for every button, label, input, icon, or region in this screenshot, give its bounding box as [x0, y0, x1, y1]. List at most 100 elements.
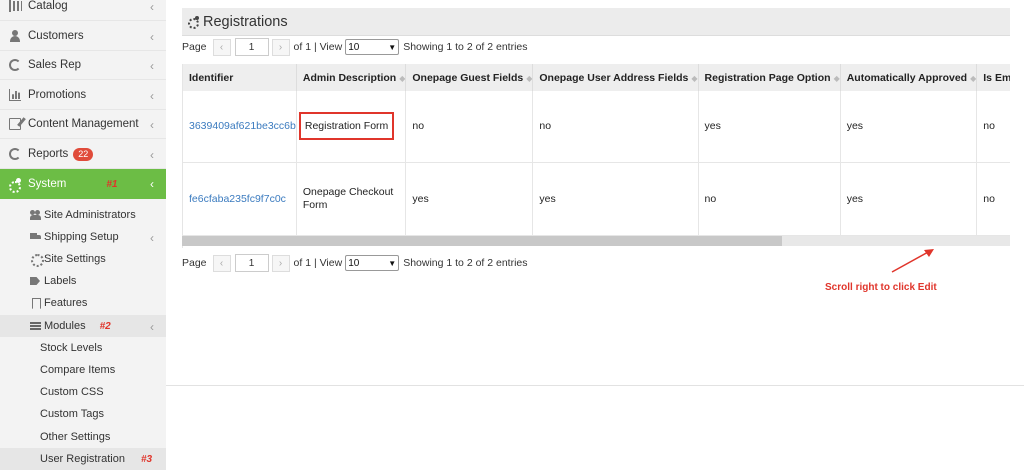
sidebar-item-label: Customers [28, 30, 84, 42]
sidebar-item-label: Shipping Setup [44, 231, 119, 243]
sidebar-item-features[interactable]: Features [0, 292, 166, 314]
sort-icon: ◆ [526, 73, 533, 83]
sidebar-item-promotions[interactable]: Promotions ‹ [0, 81, 166, 110]
table-cell: no [698, 162, 841, 236]
page-number-input[interactable] [234, 254, 269, 272]
sidebar-item-other-settings[interactable]: Other Settings [0, 426, 166, 448]
column-header-automatically-approved[interactable]: Automatically Approved ◆ [840, 64, 978, 91]
column-header-registration-page-option[interactable]: Registration Page Option ◆ [698, 64, 841, 91]
sidebar-item-label: Custom CSS [40, 386, 104, 398]
sidebar-item-catalog[interactable]: Catalog ‹ [0, 0, 166, 21]
sidebar-item-site-administrators[interactable]: Site Administrators [0, 204, 166, 226]
next-page-button[interactable]: › [271, 38, 290, 56]
page-size-select[interactable]: 10 ▼ [345, 39, 400, 55]
pager-page-label: Page [182, 257, 207, 269]
chevron-down-icon: ▼ [388, 42, 397, 52]
sidebar-item-sales-rep[interactable]: Sales Rep ‹ [0, 51, 166, 80]
column-header-identifier[interactable]: Identifier [183, 64, 297, 91]
sort-icon: ◆ [833, 73, 840, 83]
annotation-text: Scroll right to click Edit [825, 282, 937, 293]
sidebar-item-customers[interactable]: Customers ‹ [0, 22, 166, 51]
page-number-input[interactable] [234, 38, 269, 56]
registrations-panel: Registrations Page ‹ › of 1 | View 10 ▼ … [166, 0, 1024, 386]
chevron-left-icon: ‹ [150, 30, 154, 44]
scrollbar-thumb[interactable] [182, 236, 782, 246]
step-marker-1: #1 [106, 178, 118, 190]
sidebar-item-custom-tags[interactable]: Custom Tags [0, 403, 166, 425]
sort-icon: ◆ [691, 73, 698, 83]
sidebar-item-label: Stock Levels [40, 342, 103, 354]
truck-icon [30, 232, 41, 242]
sidebar-item-label: Sales Rep [28, 59, 82, 71]
sidebar-item-content-management[interactable]: Content Management ‹ [0, 110, 166, 139]
sidebar-item-shipping-setup[interactable]: Shipping Setup ‹ [0, 226, 166, 248]
pager-page-label: Page [182, 41, 207, 53]
table-cell: 3639409af621be3cc6b [183, 91, 297, 163]
page-size-select[interactable]: 10 ▼ [345, 255, 400, 271]
sidebar-item-reports[interactable]: Reports 22 ‹ [0, 140, 166, 169]
chevron-left-icon: ‹ [150, 89, 154, 103]
registrations-table-scroll[interactable]: Identifier Admin Description ◆ Onepage Gu… [182, 64, 1010, 248]
table-cell: Registration Form [296, 91, 407, 163]
sort-icon: ◆ [970, 73, 977, 83]
gear-icon [30, 254, 44, 267]
horizontal-scrollbar[interactable] [182, 236, 1010, 246]
column-header-onepage-user-address-fields[interactable]: Onepage User Address Fields ◆ [532, 64, 699, 91]
sidebar-item-labels[interactable]: Labels [0, 270, 166, 292]
users-icon [30, 210, 41, 220]
sidebar-item-label: Promotions [28, 89, 87, 101]
sidebar-item-custom-css[interactable]: Custom CSS [0, 381, 166, 403]
sidebar-item-system[interactable]: System #1 ‹ [0, 169, 166, 199]
sidebar-item-compare-items[interactable]: Compare Items [0, 359, 166, 381]
edit-icon [9, 118, 21, 130]
sidebar-item-label: Compare Items [40, 364, 116, 376]
chevron-down-icon: ‹ [150, 320, 154, 334]
sidebar-item-label: Reports [28, 148, 69, 160]
sidebar-item-label: Features [44, 297, 88, 309]
refresh-icon [9, 148, 21, 160]
sidebar-item-label: Custom Tags [40, 408, 104, 420]
table-row: fe6cfaba235fc9f7c0c Onepage Checkout For… [183, 162, 1010, 236]
page-title: Registrations [203, 13, 288, 30]
pager-of-text: of 1 | View [293, 257, 343, 269]
step-marker-2: #2 [99, 320, 111, 332]
annotation-arrow-icon [891, 249, 934, 273]
pager-top: Page ‹ › of 1 | View 10 ▼ Showing 1 to 2… [182, 36, 528, 58]
bar-chart-icon [9, 89, 21, 101]
sidebar-item-label: System [28, 178, 67, 190]
next-page-button[interactable]: › [271, 254, 290, 272]
table-cell: yes [840, 91, 978, 163]
prev-page-button[interactable]: ‹ [212, 38, 231, 56]
table-cell: yes [405, 162, 534, 236]
chevron-down-icon: ▼ [388, 258, 397, 268]
pager-bottom: Page ‹ › of 1 | View 10 ▼ Showing 1 to 2… [182, 252, 528, 274]
page-size-value: 10 [348, 41, 360, 53]
column-header-onepage-guest-fields[interactable]: Onepage Guest Fields ◆ [405, 64, 534, 91]
sidebar-item-label: Labels [44, 275, 77, 287]
sidebar-item-user-registration[interactable]: User Registration #3 [0, 448, 166, 470]
tag-icon [30, 276, 41, 286]
bookmark-icon [30, 298, 41, 308]
chevron-left-icon: ‹ [150, 0, 154, 14]
table-cell: yes [532, 162, 699, 236]
sidebar-item-label: Site Settings [44, 253, 106, 265]
step-marker-3: #3 [140, 453, 153, 465]
sidebar-item-modules[interactable]: Modules #2 ‹ [0, 315, 166, 337]
highlighted-description: Registration Form [298, 112, 395, 141]
identifier-link[interactable]: fe6cfaba235fc9f7c0c [189, 193, 286, 205]
prev-page-button[interactable]: ‹ [212, 254, 231, 272]
table-row: 3639409af621be3cc6b Registration Form no… [183, 91, 1010, 163]
sidebar-item-site-settings[interactable]: Site Settings [0, 248, 166, 270]
sidebar: Catalog ‹ Customers ‹ Sales Rep ‹ Promot… [0, 0, 166, 470]
table-header-row: Identifier Admin Description ◆ Onepage Gu… [183, 64, 1010, 91]
sidebar-item-label: Content Management [28, 118, 139, 130]
column-header-is-email[interactable]: Is Email [976, 64, 1010, 91]
sidebar-item-stock-levels[interactable]: Stock Levels [0, 337, 166, 359]
table-cell: no [976, 162, 1010, 236]
pager-showing-text: Showing 1 to 2 of 2 entries [403, 41, 528, 53]
column-header-admin-description[interactable]: Admin Description ◆ [296, 64, 407, 91]
sidebar-item-label: Site Administrators [44, 209, 136, 221]
identifier-link[interactable]: 3639409af621be3cc6b [189, 120, 296, 132]
panel-header: Registrations [182, 8, 1010, 36]
table-cell: Onepage Checkout Form [296, 162, 407, 236]
